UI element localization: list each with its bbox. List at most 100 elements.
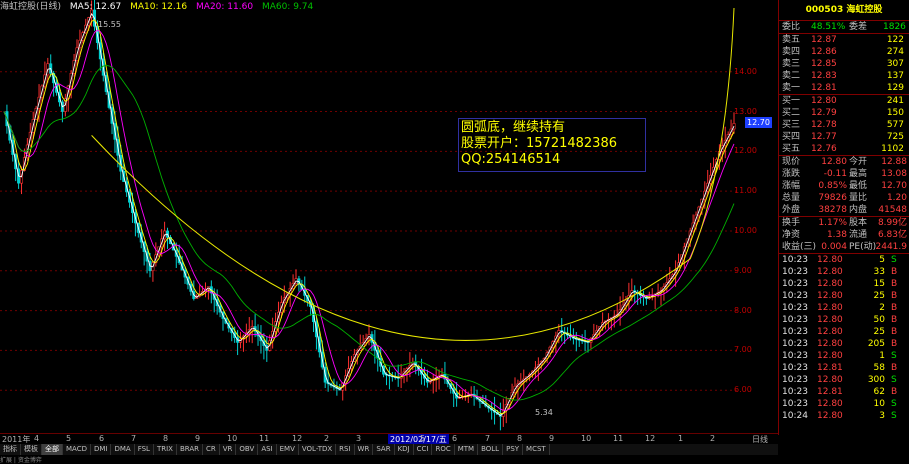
stat-value: -0.11 <box>823 169 847 179</box>
tick-row: 10:23 12.80 10 S <box>779 398 909 410</box>
sells-row[interactable]: 卖一 12.81 129 <box>779 82 909 94</box>
kline-chart[interactable] <box>0 0 778 435</box>
sells-label: 卖四 <box>782 47 801 57</box>
stat-label: 最低 <box>849 181 868 191</box>
tick-side: B <box>891 315 898 325</box>
month-label: 12 <box>645 434 656 443</box>
overlay-line-3: QQ:254146514 <box>461 152 561 167</box>
buys-row[interactable]: 买三 12.78 577 <box>779 119 909 131</box>
indicator-tab[interactable]: CR <box>203 444 220 455</box>
tick-price: 12.80 <box>817 327 843 337</box>
tick-list: 10:23 12.80 5 S 10:23 12.80 33 B 10:23 12.… <box>779 254 909 422</box>
indicator-tab[interactable]: 模板 <box>21 444 42 455</box>
month-label: 4 <box>34 434 40 443</box>
sells-row[interactable]: 卖五 12.87 122 <box>779 34 909 46</box>
buys-label: 买三 <box>782 120 801 130</box>
sells-volume: 122 <box>886 35 904 45</box>
indicator-tab[interactable]: TRIX <box>154 444 177 455</box>
buys-row[interactable]: 买四 12.77 725 <box>779 131 909 143</box>
weibi-label: 委比 <box>782 22 801 32</box>
sells-row[interactable]: 卖四 12.86 274 <box>779 46 909 58</box>
kline-chart-panel[interactable]: 海虹控股(日线) MA5: 12.67 MA10: 12.16 MA20: 11… <box>0 0 779 435</box>
buys-row[interactable]: 买五 12.76 1102 <box>779 143 909 155</box>
tick-time: 10:23 <box>782 351 808 361</box>
tick-row: 10:23 12.80 2 B <box>779 302 909 314</box>
buys-volume: 725 <box>886 132 904 142</box>
indicator-tab[interactable]: ASI <box>258 444 277 455</box>
sells-price: 12.85 <box>811 59 837 69</box>
month-label: 12 <box>292 434 303 443</box>
indicator-tab[interactable]: MACD <box>63 444 91 455</box>
indicator-tabbar[interactable]: 指标 模板 全部 MACD DMI DMA FSL TRIX BRAR CR VR OBV ASI EMV… <box>0 444 778 455</box>
indicator-tab[interactable]: 指标 <box>0 444 21 455</box>
indicator-tab[interactable]: DMA <box>111 444 135 455</box>
sells-row[interactable]: 卖三 12.85 307 <box>779 58 909 70</box>
indicator-tab[interactable]: RSI <box>336 444 355 455</box>
tick-row: 10:24 12.80 3 S <box>779 410 909 422</box>
tick-price: 12.80 <box>817 315 843 325</box>
ma10-label: MA10: 12.16 <box>130 2 188 12</box>
indicator-tab[interactable]: SAR <box>373 444 395 455</box>
ma20-label: MA20: 11.60 <box>196 2 254 12</box>
stat-label: 今开 <box>849 157 868 167</box>
stat-label: 内盘 <box>849 205 868 215</box>
stat-label: 净资 <box>782 230 801 240</box>
stat-row: 涨幅 0.85% 最低 12.70 <box>779 180 909 192</box>
tick-price: 12.80 <box>817 279 843 289</box>
tick-time: 10:23 <box>782 375 808 385</box>
sells-price: 12.83 <box>811 71 837 81</box>
tick-time: 10:23 <box>782 291 808 301</box>
tick-price: 12.80 <box>817 303 843 313</box>
indicator-tab[interactable]: 全部 <box>42 444 63 455</box>
stat-value: 6.83亿 <box>877 230 907 240</box>
indicator-tab[interactable]: OBV <box>236 444 259 455</box>
indicator-tab[interactable]: FSL <box>135 444 154 455</box>
stat-value: 0.85% <box>818 181 847 191</box>
buy-book: 买一 12.80 241 买二 12.79 150 买三 12.78 577 买四 1… <box>779 95 909 156</box>
indicator-tab[interactable]: MCST <box>523 444 550 455</box>
indicator-tab[interactable]: VR <box>220 444 237 455</box>
indicator-tab[interactable]: KDJ <box>395 444 414 455</box>
indicator-tab[interactable]: ROC <box>432 444 455 455</box>
ma-legend: 海虹控股(日线) MA5: 12.67 MA10: 12.16 MA20: 11… <box>0 0 740 14</box>
buys-row[interactable]: 买二 12.79 150 <box>779 107 909 119</box>
buys-label: 买四 <box>782 132 801 142</box>
tick-price: 12.80 <box>817 267 843 277</box>
price-axis-label: 14.00 <box>734 66 757 76</box>
stat-value: 12.80 <box>821 157 847 167</box>
tick-side: B <box>891 279 898 289</box>
indicator-tab[interactable]: VOL-TDX <box>299 444 337 455</box>
stock-title: 000503 海虹控股 <box>779 0 909 21</box>
month-label: 7 <box>485 434 491 443</box>
sells-row[interactable]: 卖二 12.83 137 <box>779 70 909 82</box>
indicator-tab[interactable]: PSY <box>503 444 524 455</box>
indicator-tab[interactable]: DMI <box>91 444 112 455</box>
tick-volume: 1 <box>879 351 885 361</box>
weibi-value: 48.51% <box>811 22 846 32</box>
tick-price: 12.80 <box>817 255 843 265</box>
indicator-tab[interactable]: BRAR <box>177 444 203 455</box>
month-label: 5 <box>66 434 72 443</box>
sells-label: 卖三 <box>782 59 801 69</box>
buys-price: 12.76 <box>811 144 837 154</box>
stat-label: 现价 <box>782 157 801 167</box>
sells-volume: 137 <box>886 71 904 81</box>
indicator-tab[interactable]: WR <box>355 444 374 455</box>
tick-volume: 25 <box>873 291 885 301</box>
indicator-tab[interactable]: EMV <box>277 444 299 455</box>
tick-side: B <box>891 267 898 277</box>
buys-price: 12.78 <box>811 120 837 130</box>
overlay-line-1: 圆弧底，继续持有 <box>461 120 566 135</box>
indicator-tab[interactable]: MTM <box>455 444 479 455</box>
tick-row: 10:23 12.80 205 B <box>779 338 909 350</box>
buys-row[interactable]: 买一 12.80 241 <box>779 95 909 107</box>
indicator-tab[interactable]: CCI <box>414 444 433 455</box>
quote-panel: 000503 海虹控股 委比 48.51% 委差 1826 卖五 12.87 1… <box>779 0 909 461</box>
tick-volume: 300 <box>867 375 885 385</box>
tick-time: 10:24 <box>782 411 808 421</box>
indicator-tab[interactable]: BOLL <box>478 444 504 455</box>
tick-side: S <box>891 399 897 409</box>
stat-label: 涨跌 <box>782 169 801 179</box>
sells-volume: 274 <box>886 47 904 57</box>
month-label: 11 <box>613 434 624 443</box>
